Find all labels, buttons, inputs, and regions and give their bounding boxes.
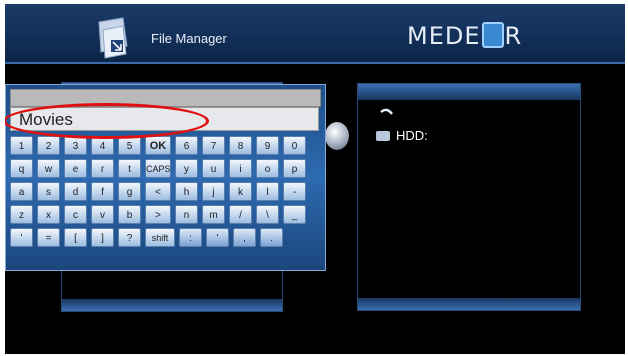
keyboard-row: a s d f g < h j k l - (10, 182, 322, 203)
keyboard-row: z x c v b > n m / \ _ (10, 205, 322, 226)
key[interactable]: g (118, 182, 141, 201)
key[interactable]: : (179, 228, 202, 247)
key[interactable]: - (283, 182, 306, 201)
key[interactable]: n (175, 205, 198, 224)
key[interactable]: 3 (64, 136, 87, 155)
key[interactable]: _ (283, 205, 306, 224)
hdd-icon (376, 131, 390, 141)
key[interactable]: d (64, 182, 87, 201)
key[interactable]: 9 (256, 136, 279, 155)
key[interactable]: y (175, 159, 198, 178)
key[interactable]: ' (206, 228, 229, 247)
key[interactable]: r (91, 159, 114, 178)
keyboard-title-bar (10, 89, 321, 107)
list-item-hdd[interactable]: HDD: (376, 128, 428, 143)
key[interactable]: q (10, 159, 33, 178)
right-panel-top-bar (358, 84, 580, 100)
keyboard-row: q w e r t CAPS y u i o p (10, 159, 322, 180)
key[interactable]: 1 (10, 136, 33, 155)
key[interactable]: ? (118, 228, 141, 247)
globe-icon (325, 122, 349, 150)
key[interactable]: z (10, 205, 33, 224)
key[interactable]: 0 (283, 136, 306, 155)
brand-text-left: MEDE (407, 22, 481, 50)
key[interactable]: 4 (91, 136, 114, 155)
key[interactable]: < (145, 182, 171, 201)
header-bar: File Manager MEDE R (5, 4, 625, 64)
right-file-panel: HDD: (357, 83, 581, 311)
key[interactable]: j (202, 182, 225, 201)
key[interactable]: b (118, 205, 141, 224)
ok-key[interactable]: OK (145, 136, 171, 155)
key[interactable]: 5 (118, 136, 141, 155)
key[interactable]: 7 (202, 136, 225, 155)
key[interactable]: = (37, 228, 60, 247)
key[interactable]: u (202, 159, 225, 178)
key[interactable]: i (229, 159, 252, 178)
key[interactable]: k (229, 182, 252, 201)
list-item-label: HDD: (396, 128, 428, 143)
key[interactable]: / (229, 205, 252, 224)
file-manager-icon (98, 17, 128, 59)
brand-logo: MEDE R (407, 22, 522, 50)
keyboard-row: ' =[]? shift: ',. (10, 228, 322, 249)
key[interactable]: s (37, 182, 60, 201)
keyboard-keys: 1 2 3 4 5 OK 6 7 8 9 0 q w e r t CAPS y u i o p a s d f g < h j k l - z x c… (10, 136, 322, 251)
key[interactable]: ' (10, 228, 33, 247)
right-panel-bottom-bar (358, 298, 580, 310)
screen: File Manager MEDE R HDD: Movies 1 2 3 4 5 OK 6 7… (5, 4, 625, 354)
parent-folder-icon[interactable] (380, 108, 394, 120)
key[interactable]: ] (91, 228, 114, 247)
brand-logo-icon (481, 22, 504, 48)
key[interactable]: m (202, 205, 225, 224)
on-screen-keyboard: Movies 1 2 3 4 5 OK 6 7 8 9 0 q w e r t CAPS y u i o p a s d f g < h… (5, 84, 326, 271)
key[interactable]: f (91, 182, 114, 201)
key[interactable]: 8 (229, 136, 252, 155)
key[interactable]: v (91, 205, 114, 224)
key[interactable]: e (64, 159, 87, 178)
shift-key[interactable]: shift (145, 228, 175, 247)
brand-text-right: R (504, 22, 523, 50)
keyboard-row: 1 2 3 4 5 OK 6 7 8 9 0 (10, 136, 322, 157)
key[interactable]: l (256, 182, 279, 201)
key[interactable]: [ (64, 228, 87, 247)
key[interactable]: 2 (37, 136, 60, 155)
key[interactable]: c (64, 205, 87, 224)
left-panel-bottom-bar (62, 299, 282, 311)
keyboard-text-input[interactable]: Movies (10, 107, 319, 131)
key[interactable]: w (37, 159, 60, 178)
key[interactable]: x (37, 205, 60, 224)
key[interactable]: p (283, 159, 306, 178)
key[interactable]: o (256, 159, 279, 178)
key[interactable]: , (233, 228, 256, 247)
caps-key[interactable]: CAPS (145, 159, 171, 178)
key[interactable]: \ (256, 205, 279, 224)
key[interactable]: a (10, 182, 33, 201)
key[interactable]: . (260, 228, 283, 247)
key[interactable]: h (175, 182, 198, 201)
key[interactable]: > (145, 205, 171, 224)
key[interactable]: t (118, 159, 141, 178)
page-title: File Manager (151, 31, 227, 46)
key[interactable]: 6 (175, 136, 198, 155)
